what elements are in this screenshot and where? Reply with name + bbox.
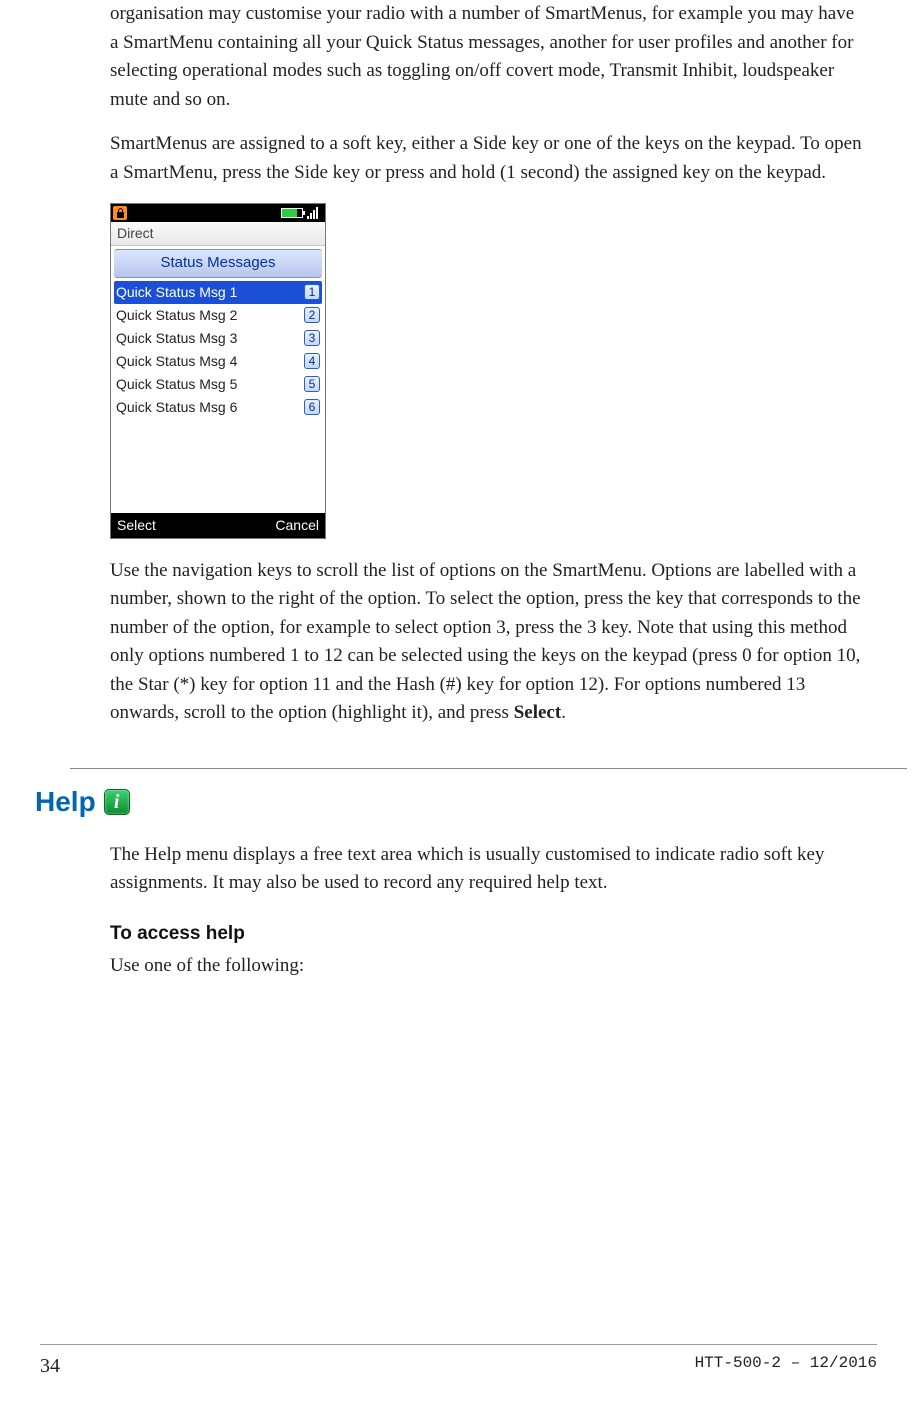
list-item-num: 3: [304, 330, 320, 346]
paragraph-intro: organisation may customise your radio wi…: [110, 0, 867, 114]
list-item[interactable]: Quick Status Msg 4 4: [114, 350, 322, 373]
list-item-num: 2: [304, 307, 320, 323]
help-body: The Help menu displays a free text area …: [110, 841, 867, 898]
list-item[interactable]: Quick Status Msg 6 6: [114, 396, 322, 419]
list-item-label: Quick Status Msg 2: [116, 305, 237, 326]
list-item[interactable]: Quick Status Msg 1 1: [114, 281, 322, 304]
list-item-label: Quick Status Msg 3: [116, 328, 237, 349]
battery-icon: [281, 208, 303, 218]
page-number: 34: [40, 1351, 60, 1381]
paragraph-nav: Use the navigation keys to scroll the li…: [110, 557, 867, 728]
softkey-left[interactable]: Select: [117, 515, 156, 536]
blank-area: [114, 419, 322, 511]
list-item-num: 6: [304, 399, 320, 415]
list-item[interactable]: Quick Status Msg 3 3: [114, 327, 322, 350]
access-help-heading: To access help: [110, 920, 867, 949]
softkey-bar: Select Cancel: [111, 513, 325, 538]
radio-screenshot: Direct Status Messages Quick Status Msg …: [110, 203, 326, 539]
status-bar: [111, 204, 325, 222]
list-item-label: Quick Status Msg 4: [116, 351, 237, 372]
menu-title: Status Messages: [114, 249, 322, 278]
help-icon: i: [104, 789, 130, 815]
signal-icon: [307, 207, 323, 219]
list-item-label: Quick Status Msg 1: [116, 282, 237, 303]
list-item-label: Quick Status Msg 5: [116, 374, 237, 395]
page-footer: 34 HTT-500-2 – 12/2016: [40, 1344, 877, 1381]
lock-icon: [113, 206, 127, 220]
section-divider: [70, 768, 907, 769]
list-item-label: Quick Status Msg 6: [116, 397, 237, 418]
list-item-num: 4: [304, 353, 320, 369]
help-heading: Help i: [35, 781, 867, 823]
mode-label: Direct: [111, 222, 325, 246]
list-item[interactable]: Quick Status Msg 5 5: [114, 373, 322, 396]
doc-id: HTT-500-2 – 12/2016: [695, 1351, 877, 1381]
paragraph-assign: SmartMenus are assigned to a soft key, e…: [110, 130, 867, 187]
menu-list: Quick Status Msg 1 1 Quick Status Msg 2 …: [111, 281, 325, 513]
access-intro: Use one of the following:: [110, 952, 867, 981]
list-item[interactable]: Quick Status Msg 2 2: [114, 304, 322, 327]
softkey-right[interactable]: Cancel: [275, 515, 319, 536]
list-item-num: 5: [304, 376, 320, 392]
list-item-num: 1: [304, 284, 320, 300]
